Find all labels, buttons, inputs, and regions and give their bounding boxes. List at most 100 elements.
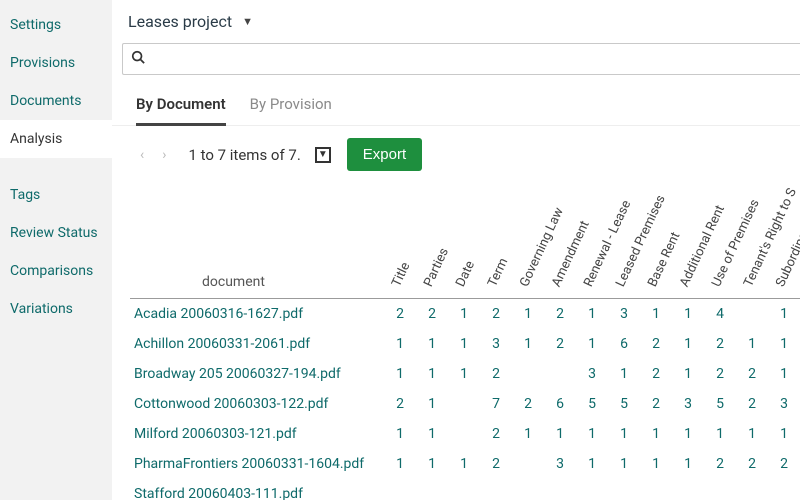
count-cell[interactable]: 1 [384, 336, 416, 352]
column-header[interactable]: Term [480, 183, 512, 298]
column-header[interactable]: Subordination [768, 183, 800, 298]
column-header[interactable]: Additional Rent [672, 183, 704, 298]
column-header[interactable]: Date [448, 183, 480, 298]
count-cell[interactable]: 2 [640, 366, 672, 382]
count-cell[interactable]: 1 [672, 306, 704, 322]
count-cell[interactable]: 1 [512, 306, 544, 322]
column-header[interactable]: Amendment [544, 183, 576, 298]
count-cell[interactable]: 2 [544, 306, 576, 322]
count-cell[interactable]: 2 [640, 396, 672, 412]
tab-by-document[interactable]: By Document [136, 89, 226, 126]
count-cell[interactable]: 6 [608, 336, 640, 352]
count-cell[interactable]: 2 [736, 396, 768, 412]
count-cell[interactable]: 1 [608, 456, 640, 472]
count-cell[interactable]: 2 [384, 306, 416, 322]
count-cell[interactable]: 5 [576, 396, 608, 412]
count-cell[interactable]: 2 [544, 336, 576, 352]
count-cell[interactable]: 1 [576, 456, 608, 472]
count-cell[interactable]: 2 [704, 336, 736, 352]
count-cell[interactable]: 3 [608, 306, 640, 322]
count-cell[interactable]: 1 [544, 426, 576, 442]
column-header[interactable]: Renewal - Lease [576, 183, 608, 298]
sidebar-item-reviewstatus[interactable]: Review Status [0, 214, 112, 252]
count-cell[interactable]: 1 [416, 336, 448, 352]
document-link[interactable]: Cottonwood 20060303-122.pdf [130, 396, 384, 412]
count-cell[interactable]: 2 [512, 396, 544, 412]
count-cell[interactable]: 1 [416, 456, 448, 472]
page-next-button[interactable]: › [158, 145, 170, 165]
count-cell[interactable]: 1 [448, 306, 480, 322]
count-cell[interactable]: 7 [480, 396, 512, 412]
count-cell[interactable]: 1 [416, 366, 448, 382]
count-cell[interactable]: 1 [768, 306, 800, 322]
count-cell[interactable]: 1 [640, 426, 672, 442]
count-cell[interactable]: 3 [544, 456, 576, 472]
sidebar-item-settings[interactable]: Settings [0, 6, 112, 44]
document-link[interactable]: Milford 20060303-121.pdf [130, 426, 384, 442]
document-link[interactable]: Acadia 20060316-1627.pdf [130, 306, 384, 322]
count-cell[interactable]: 1 [384, 366, 416, 382]
document-link[interactable]: PharmaFrontiers 20060331-1604.pdf [130, 456, 384, 472]
count-cell[interactable]: 1 [768, 366, 800, 382]
count-cell[interactable]: 1 [576, 306, 608, 322]
count-cell[interactable]: 2 [736, 456, 768, 472]
count-cell[interactable]: 1 [672, 336, 704, 352]
sidebar-item-documents[interactable]: Documents [0, 82, 112, 120]
search-field[interactable] [122, 43, 800, 75]
count-cell[interactable]: 1 [384, 456, 416, 472]
count-cell[interactable]: 1 [416, 426, 448, 442]
count-cell[interactable]: 1 [672, 456, 704, 472]
count-cell[interactable]: 2 [480, 306, 512, 322]
count-cell[interactable]: 1 [736, 336, 768, 352]
project-selector[interactable]: Leases project ▼ [112, 6, 800, 43]
column-header[interactable]: Use of Premises [704, 183, 736, 298]
sidebar-item-tags[interactable]: Tags [0, 176, 112, 214]
tab-by-provision[interactable]: By Provision [250, 89, 332, 125]
count-cell[interactable]: 1 [736, 426, 768, 442]
count-cell[interactable]: 1 [512, 336, 544, 352]
count-cell[interactable]: 1 [448, 336, 480, 352]
sidebar-item-variations[interactable]: Variations [0, 290, 112, 328]
column-header[interactable]: Governing Law [512, 183, 544, 298]
sidebar-item-comparisons[interactable]: Comparisons [0, 252, 112, 290]
count-cell[interactable]: 3 [672, 396, 704, 412]
count-cell[interactable]: 1 [576, 336, 608, 352]
count-cell[interactable]: 6 [544, 396, 576, 412]
count-cell[interactable]: 5 [608, 396, 640, 412]
count-cell[interactable]: 2 [480, 456, 512, 472]
count-cell[interactable]: 3 [576, 366, 608, 382]
sidebar-item-analysis[interactable]: Analysis [0, 120, 112, 158]
count-cell[interactable]: 2 [768, 456, 800, 472]
column-header[interactable]: Title [384, 183, 416, 298]
column-header[interactable]: Base Rent [640, 183, 672, 298]
count-cell[interactable]: 2 [704, 456, 736, 472]
count-cell[interactable]: 1 [576, 426, 608, 442]
page-prev-button[interactable]: ‹ [136, 145, 148, 165]
count-cell[interactable]: 3 [768, 396, 800, 412]
count-cell[interactable]: 1 [448, 456, 480, 472]
column-header[interactable]: Parties [416, 183, 448, 298]
document-link[interactable]: Stafford 20060403-111.pdf [130, 486, 384, 500]
search-input[interactable] [151, 51, 792, 67]
column-header[interactable]: Leased Premises [608, 183, 640, 298]
count-cell[interactable]: 2 [704, 366, 736, 382]
count-cell[interactable]: 1 [512, 426, 544, 442]
export-button[interactable]: Export [347, 138, 422, 171]
count-cell[interactable]: 2 [640, 336, 672, 352]
document-link[interactable]: Achillon 20060331-2061.pdf [130, 336, 384, 352]
count-cell[interactable]: 1 [672, 426, 704, 442]
count-cell[interactable]: 1 [608, 366, 640, 382]
sidebar-item-provisions[interactable]: Provisions [0, 44, 112, 82]
count-cell[interactable]: 1 [416, 396, 448, 412]
count-cell[interactable]: 4 [704, 306, 736, 322]
count-cell[interactable]: 1 [704, 426, 736, 442]
count-cell[interactable]: 2 [416, 306, 448, 322]
count-cell[interactable]: 2 [384, 396, 416, 412]
count-cell[interactable]: 1 [672, 366, 704, 382]
count-cell[interactable]: 3 [480, 336, 512, 352]
column-header[interactable]: Tenant's Right to S [736, 183, 768, 298]
count-cell[interactable]: 2 [480, 366, 512, 382]
page-size-picker[interactable]: ▼ [315, 147, 331, 163]
count-cell[interactable]: 1 [640, 306, 672, 322]
count-cell[interactable]: 1 [384, 426, 416, 442]
